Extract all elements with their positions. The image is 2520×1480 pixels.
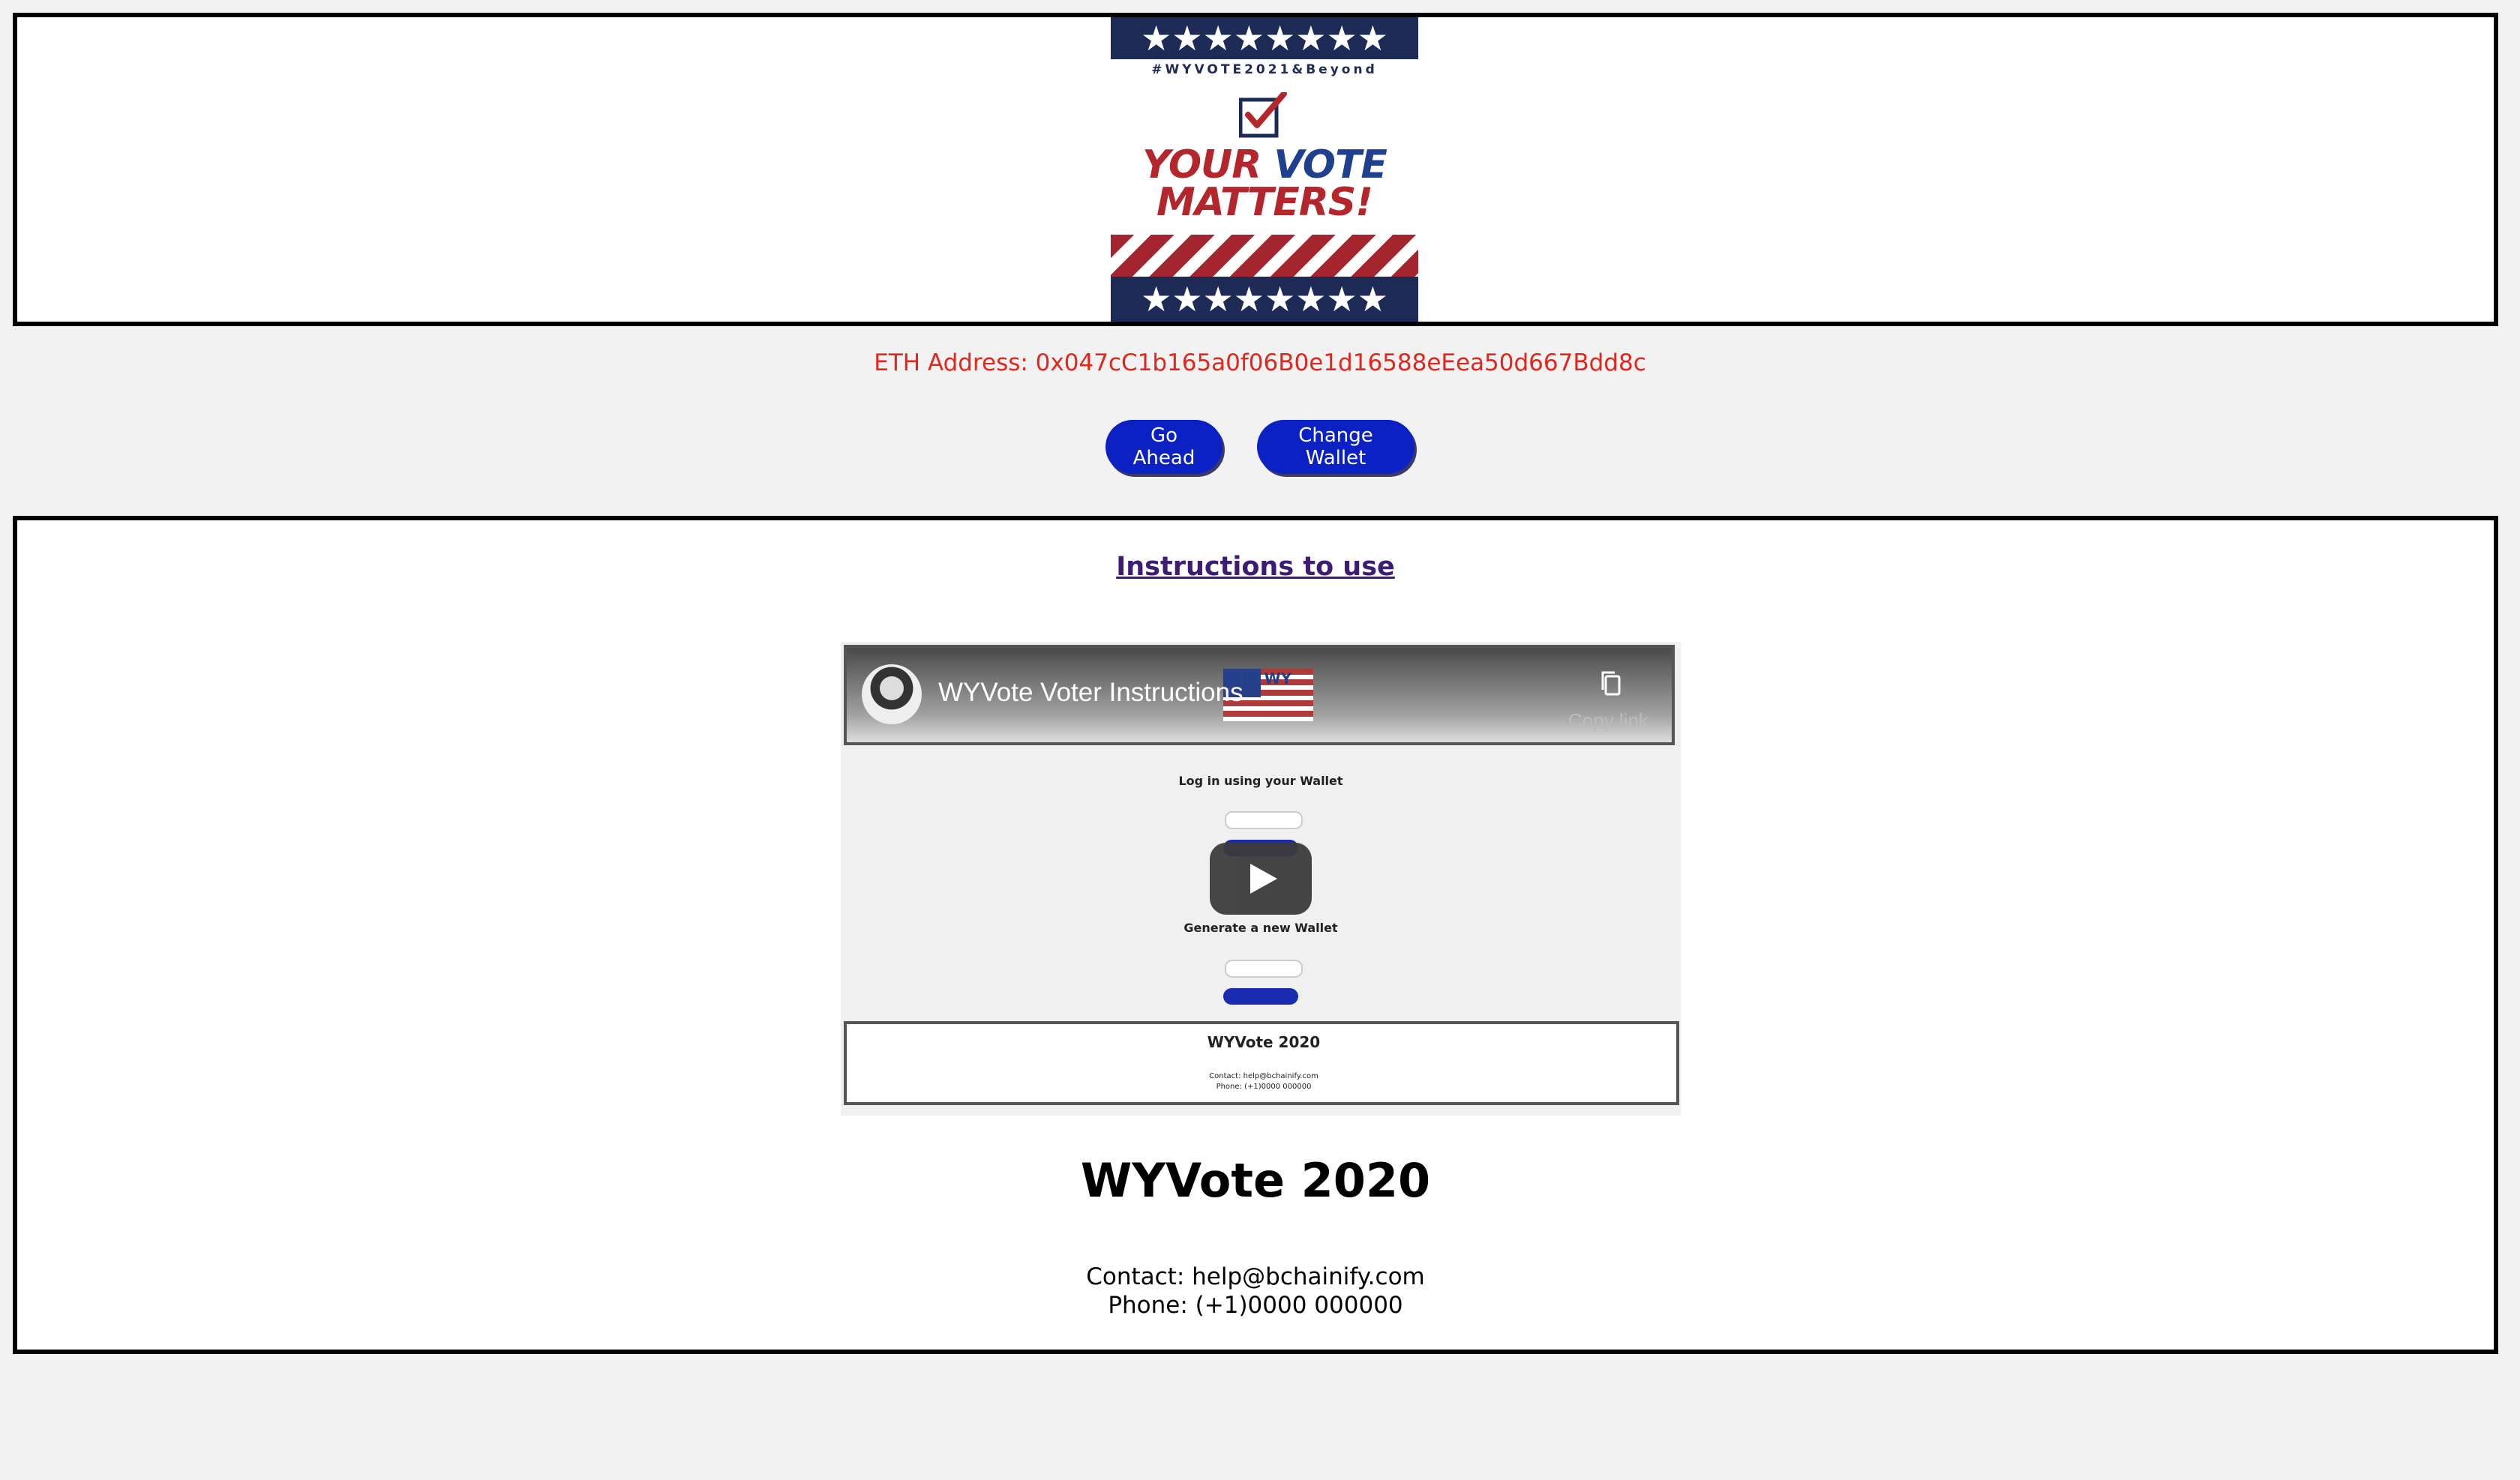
video-topbar: FAIR WY WYVote Voter Instructions Copy l… [844, 645, 1675, 745]
video-inner-input [1225, 811, 1303, 829]
your-vote-matters-logo: ★★★★★★★★ #WYVOTE2021&Beyond YOUR VOTE MA… [1111, 17, 1418, 322]
eth-address: ETH Address: 0x047cC1b165a0f06B0e1d16588… [874, 349, 1646, 376]
video-inner-input-2 [1225, 960, 1303, 978]
logo-hashtag: #WYVOTE2021&Beyond [1151, 62, 1378, 77]
go-ahead-button[interactable]: Go Ahead [1106, 420, 1222, 474]
video-inner-footer-phone: Phone: (+1)0000 000000 [1216, 1083, 1312, 1091]
video-inner-generate: Generate a new Wallet [1184, 921, 1338, 935]
main-panel: Instructions to use FAIR WY WYVote Voter… [13, 516, 2498, 1354]
video-inner-footer-title: WYVote 2020 [1207, 1033, 1321, 1051]
copy-link-label[interactable]: Copy link [1568, 709, 1648, 733]
star-band-top: ★★★★★★★★ [1111, 17, 1418, 59]
header-banner: ★★★★★★★★ #WYVOTE2021&Beyond YOUR VOTE MA… [13, 13, 2498, 326]
instructions-link[interactable]: Instructions to use [17, 552, 2494, 582]
copy-icon[interactable] [1597, 669, 1627, 699]
footer-title: WYVote 2020 [1080, 1153, 1431, 1208]
slogan-word-matters: MATTERS! [1156, 180, 1373, 225]
action-buttons: Go Ahead Change Wallet [0, 420, 2520, 474]
logo-slogan: YOUR VOTE MATTERS! [1111, 145, 1418, 225]
contact-info: Contact: help@bchainify.com Phone: (+1)0… [17, 1263, 2494, 1320]
change-wallet-button[interactable]: Change Wallet [1257, 420, 1414, 474]
video-title[interactable]: WYVote Voter Instructions [938, 678, 1244, 708]
video-inner-heading: Log in using your Wallet [1178, 774, 1343, 788]
star-band-bottom: ★★★★★★★★ [1111, 277, 1418, 322]
video-inner-footer: WYVote 2020 Contact: help@bchainify.com … [844, 1021, 1679, 1105]
contact-email: Contact: help@bchainify.com [1086, 1263, 1425, 1290]
video-inner-footer-contact: Contact: help@bchainify.com [1209, 1072, 1318, 1080]
play-icon[interactable] [1210, 843, 1312, 915]
channel-avatar[interactable] [862, 664, 922, 724]
video-inner-button-2 [1223, 988, 1298, 1005]
checkbox-icon [1239, 92, 1287, 138]
video-player[interactable]: FAIR WY WYVote Voter Instructions Copy l… [841, 642, 1681, 1116]
contact-phone: Phone: (+1)0000 000000 [1108, 1292, 1403, 1319]
flag-stripes [1111, 235, 1418, 277]
